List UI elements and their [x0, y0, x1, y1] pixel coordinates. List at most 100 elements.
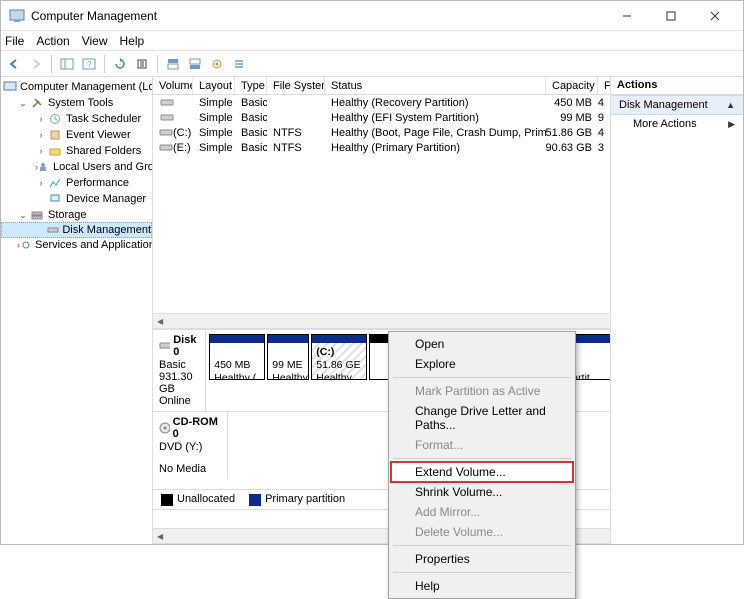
- disk-label[interactable]: Disk 0 Basic 931.30 GB Online: [153, 330, 206, 411]
- menu-change-drive-letter[interactable]: Change Drive Letter and Paths...: [391, 401, 573, 435]
- actions-section[interactable]: Disk Management ▲: [611, 95, 743, 115]
- menu-view[interactable]: View: [82, 34, 108, 48]
- tree-device-manager[interactable]: ·Device Manager: [1, 191, 152, 207]
- tree-storage[interactable]: ⌄ Storage: [1, 207, 152, 223]
- volume-row[interactable]: SimpleBasicHealthy (Recovery Partition)4…: [153, 95, 610, 110]
- tree-item-label: Device Manager: [66, 193, 146, 205]
- volume-fs: [267, 110, 325, 125]
- volume-free: 3: [598, 140, 610, 155]
- menu-help[interactable]: Help: [391, 576, 573, 596]
- tree-services-apps[interactable]: › Services and Applications: [1, 237, 152, 253]
- tree-performance[interactable]: ›Performance: [1, 175, 152, 191]
- submenu-icon: ▶: [728, 119, 735, 130]
- actions-pane: Actions Disk Management ▲ More Actions ▶: [611, 77, 743, 544]
- tree-task-scheduler[interactable]: ›Task Scheduler: [1, 111, 152, 127]
- tree-shared-folders[interactable]: ›Shared Folders: [1, 143, 152, 159]
- expand-icon[interactable]: ›: [35, 178, 47, 188]
- menu-mark-active[interactable]: Mark Partition as Active: [391, 381, 573, 401]
- tree-disk-management[interactable]: ·Disk Management: [1, 222, 152, 238]
- partition[interactable]: 450 MB Healthy (: [209, 334, 265, 380]
- gear-icon: [20, 238, 32, 252]
- drive-icon: [159, 113, 175, 123]
- column-status[interactable]: Status: [325, 77, 546, 94]
- tree-local-users[interactable]: ›Local Users and Groups: [1, 159, 152, 175]
- tree-item-label: Services and Applications: [35, 239, 153, 251]
- window-minimize-button[interactable]: [605, 2, 649, 30]
- volume-name: (C:): [173, 127, 191, 139]
- actions-section-label: Disk Management: [619, 99, 708, 111]
- toolbar-settings-button[interactable]: [208, 55, 226, 73]
- menu-help[interactable]: Help: [120, 34, 145, 48]
- expand-icon[interactable]: ›: [35, 130, 47, 140]
- window-titlebar: Computer Management: [1, 1, 743, 31]
- partition-status: Healthy: [316, 372, 362, 381]
- tree-root[interactable]: Computer Management (Local: [1, 79, 152, 95]
- volume-type: Basic: [235, 125, 267, 140]
- expand-icon[interactable]: ›: [35, 114, 47, 124]
- volume-row[interactable]: (C:)SimpleBasicNTFSHealthy (Boot, Page F…: [153, 125, 610, 140]
- column-volume[interactable]: Volume: [153, 77, 193, 94]
- partition-letter: (C:): [316, 346, 334, 358]
- toolbar-view-top-button[interactable]: [164, 55, 182, 73]
- book-icon: [47, 128, 63, 142]
- disk-size: 931.30 GB: [159, 371, 199, 395]
- actions-more-actions[interactable]: More Actions ▶: [611, 115, 743, 133]
- expand-icon[interactable]: ⌄: [17, 210, 29, 221]
- drive-icon: [159, 143, 173, 153]
- expand-icon[interactable]: ⌄: [17, 98, 29, 109]
- toolbar-export-button[interactable]: [133, 55, 151, 73]
- toolbar-view-bottom-button[interactable]: [186, 55, 204, 73]
- menu-format[interactable]: Format...: [391, 435, 573, 455]
- disk-label[interactable]: CD-ROM 0 DVD (Y:) No Media: [153, 412, 228, 479]
- window-close-button[interactable]: [693, 2, 737, 30]
- volume-layout: Simple: [193, 140, 235, 155]
- toolbar-show-hide-tree-button[interactable]: [58, 55, 76, 73]
- context-menu: Open Explore Mark Partition as Active Ch…: [388, 331, 576, 599]
- window-title: Computer Management: [31, 9, 605, 23]
- column-layout[interactable]: Layout: [193, 77, 235, 94]
- volume-fs: NTFS: [267, 125, 325, 140]
- actions-more-label: More Actions: [633, 118, 697, 130]
- volume-capacity: 450 MB: [546, 95, 598, 110]
- toolbar-help-button[interactable]: ?: [80, 55, 98, 73]
- horizontal-scrollbar[interactable]: ◀▶: [153, 313, 610, 329]
- menu-file[interactable]: File: [5, 34, 24, 48]
- partition[interactable]: 99 ME Healthy: [267, 334, 309, 380]
- expand-icon[interactable]: ›: [35, 146, 47, 156]
- tree-event-viewer[interactable]: ›Event Viewer: [1, 127, 152, 143]
- menu-open[interactable]: Open: [391, 334, 573, 354]
- drive-icon: [159, 128, 173, 138]
- menu-explore[interactable]: Explore: [391, 354, 573, 374]
- partition[interactable]: (C:) 51.86 GE Healthy: [311, 334, 367, 380]
- menu-add-mirror[interactable]: Add Mirror...: [391, 502, 573, 522]
- volume-layout: Simple: [193, 125, 235, 140]
- column-filesystem[interactable]: File System: [267, 77, 325, 94]
- volume-list-header: Volume Layout Type File System Status Ca…: [153, 77, 610, 95]
- volume-status: Healthy (Recovery Partition): [325, 95, 546, 110]
- disk-name: Disk 0: [173, 334, 199, 358]
- toolbar-list-button[interactable]: [230, 55, 248, 73]
- tools-icon: [29, 96, 45, 110]
- tree-system-tools[interactable]: ⌄ System Tools: [1, 95, 152, 111]
- nav-back-button[interactable]: [5, 55, 23, 73]
- volume-row[interactable]: (E:)SimpleBasicNTFSHealthy (Primary Part…: [153, 140, 610, 155]
- partition-size: 51.86 GE: [316, 359, 362, 372]
- menu-properties[interactable]: Properties: [391, 549, 573, 569]
- menu-delete-volume[interactable]: Delete Volume...: [391, 522, 573, 542]
- volume-list[interactable]: SimpleBasic Healthy (Recovery Partition)4…: [153, 95, 610, 295]
- menu-action[interactable]: Action: [36, 34, 69, 48]
- column-type[interactable]: Type: [235, 77, 267, 94]
- toolbar-refresh-button[interactable]: [111, 55, 129, 73]
- window-maximize-button[interactable]: [649, 2, 693, 30]
- disk-kind: Basic: [159, 359, 199, 371]
- toolbar: ?: [1, 51, 743, 77]
- volume-row[interactable]: SimpleBasicHealthy (EFI System Partition…: [153, 110, 610, 125]
- menu-shrink-volume[interactable]: Shrink Volume...: [391, 482, 573, 502]
- column-capacity[interactable]: Capacity: [546, 77, 598, 94]
- menu-extend-volume[interactable]: Extend Volume...: [391, 462, 573, 482]
- tree-item-label: Disk Management: [62, 224, 151, 236]
- volume-capacity: 99 MB: [546, 110, 598, 125]
- column-free[interactable]: F: [598, 77, 610, 94]
- computer-icon: [3, 80, 17, 94]
- nav-forward-button[interactable]: [27, 55, 45, 73]
